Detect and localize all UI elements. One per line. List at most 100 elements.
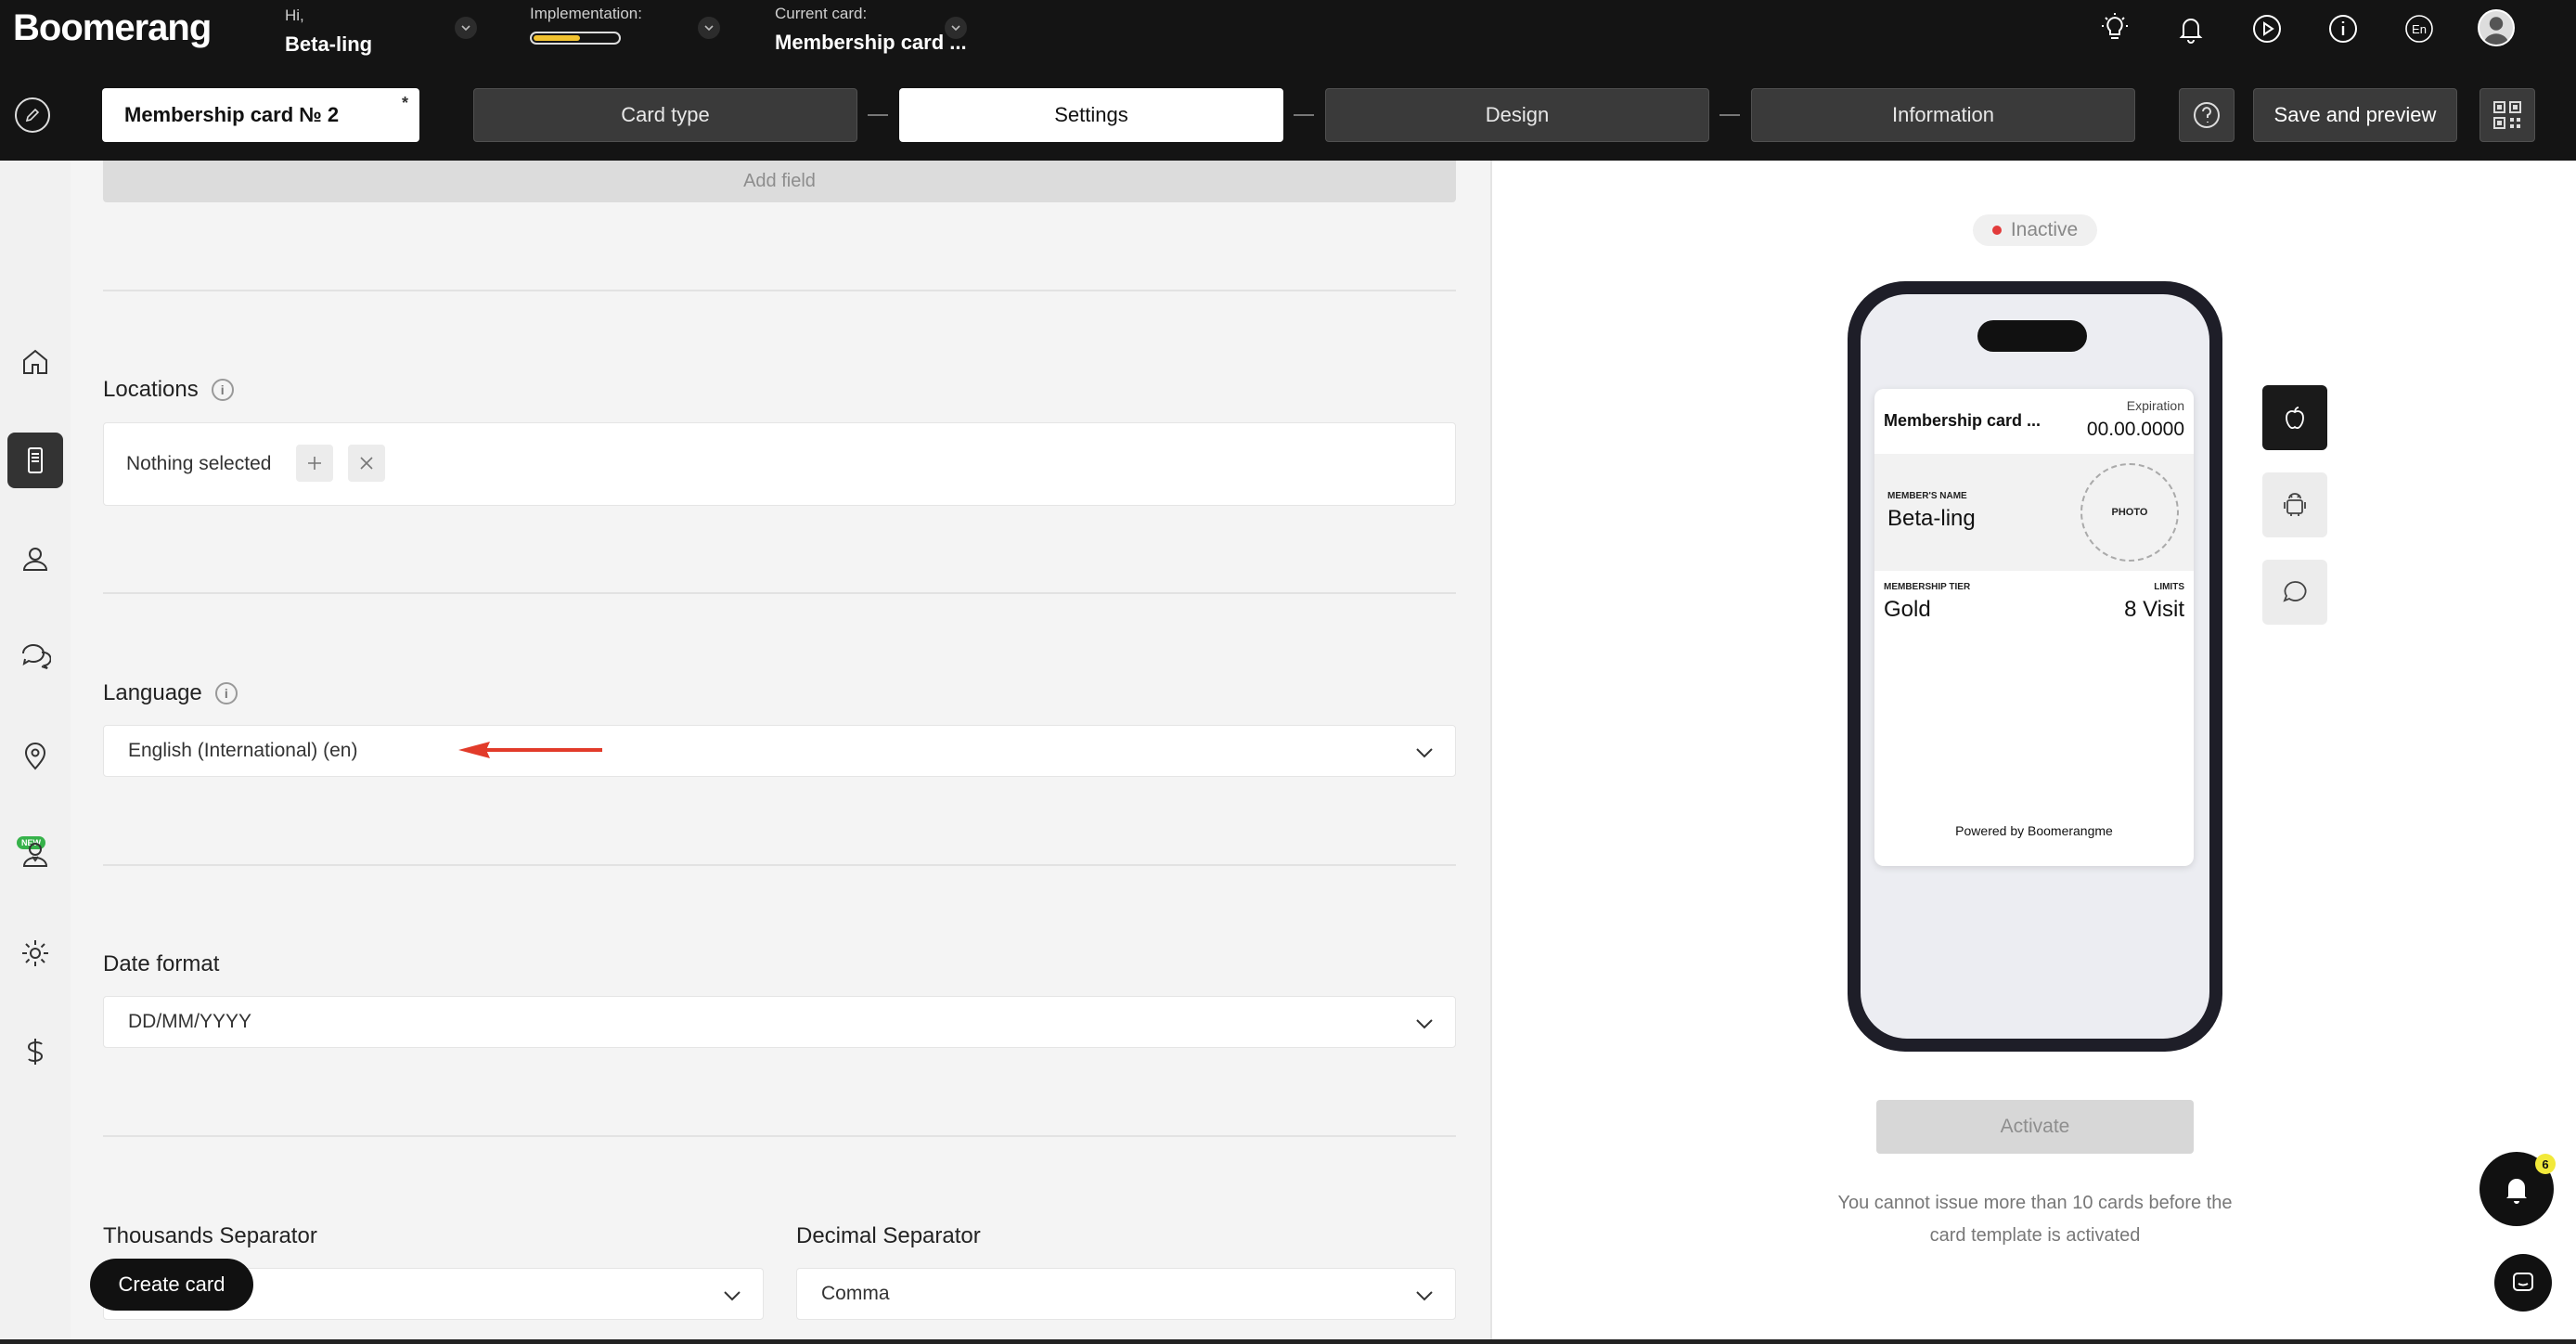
powered-by-text: Powered by Boomerangme <box>1955 823 2113 838</box>
limits-value: 8 Visit <box>2124 597 2184 622</box>
sidebar-item-billing[interactable] <box>7 1024 63 1079</box>
wizard-bar: Membership card № 2 * Card type Settings… <box>0 71 2576 161</box>
implementation-chevron-icon[interactable] <box>698 17 720 39</box>
card-preview-panel: Inactive Membership card ... Expiration … <box>1490 161 2576 1339</box>
help-button[interactable] <box>2179 88 2235 142</box>
bell-icon[interactable] <box>2173 11 2209 46</box>
photo-placeholder: PHOTO <box>2080 463 2179 562</box>
section-divider <box>103 290 1456 291</box>
qr-code-icon <box>2493 101 2521 129</box>
app-logo[interactable]: Boomerang <box>13 7 212 49</box>
status-badge: Inactive <box>1973 214 2097 246</box>
apple-wallet-button[interactable] <box>2262 385 2327 450</box>
chevron-down-icon <box>724 1291 741 1301</box>
clear-locations-button[interactable] <box>348 445 385 482</box>
settings-form: Add field Locations i Nothing selected L… <box>71 161 1490 1339</box>
implementation-bar <box>530 32 621 45</box>
language-icon[interactable]: En <box>2402 11 2437 46</box>
add-field-button[interactable]: Add field <box>103 161 1456 202</box>
user-name: Beta-ling <box>285 32 373 56</box>
wallet-card-title: Membership card ... <box>1884 411 2041 430</box>
phone-mockup: Membership card ... Expiration 00.00.000… <box>1848 281 2222 1052</box>
tab-information[interactable]: Information <box>1751 88 2135 142</box>
card-title-text: Membership card № 2 <box>124 103 340 126</box>
sidebar-item-managers[interactable] <box>7 827 63 883</box>
info-icon[interactable]: i <box>214 682 238 704</box>
language-label: Language <box>103 680 202 705</box>
chat-icon <box>2283 581 2307 602</box>
notification-count-badge: 6 <box>2535 1154 2556 1174</box>
lightbulb-icon[interactable] <box>2097 11 2132 46</box>
decimal-separator-label: Decimal Separator <box>796 1223 981 1248</box>
activation-limit-note: You cannot issue more than 10 cards befo… <box>1837 1193 2233 1246</box>
gear-icon <box>22 940 48 966</box>
phone-screen: Membership card ... Expiration 00.00.000… <box>1861 294 2209 1039</box>
user-greeting[interactable]: Hi, Beta-ling <box>285 6 372 57</box>
add-location-button[interactable] <box>296 445 333 482</box>
tab-card-type[interactable]: Card type <box>473 88 857 142</box>
step-divider <box>868 114 888 116</box>
avatar[interactable] <box>2478 9 2515 46</box>
date-format-section: Date format <box>103 951 219 977</box>
date-format-select[interactable]: DD/MM/YYYY <box>103 996 1456 1048</box>
qr-code-button[interactable] <box>2479 88 2535 142</box>
sidebar-item-messages[interactable] <box>7 627 63 683</box>
sidebar-item-home[interactable] <box>7 334 63 390</box>
tab-design[interactable]: Design <box>1325 88 1709 142</box>
section-divider <box>103 864 1456 866</box>
required-marker: * <box>401 94 408 112</box>
barcode <box>1951 758 2118 816</box>
chevron-down-icon <box>1416 1291 1433 1301</box>
activate-button[interactable]: Activate <box>1876 1100 2194 1154</box>
locations-field[interactable]: Nothing selected <box>103 422 1456 506</box>
window-bottom-edge <box>0 1339 2576 1344</box>
card-title-input[interactable]: Membership card № 2 * <box>102 88 419 142</box>
decimal-separator-select[interactable]: Comma <box>796 1268 1456 1320</box>
edit-pencil-icon[interactable] <box>15 97 50 133</box>
thousands-separator-section: Thousands Separator <box>103 1223 317 1249</box>
date-format-label: Date format <box>103 951 220 976</box>
android-wallet-button[interactable] <box>2262 472 2327 537</box>
info-icon[interactable]: i <box>211 379 234 401</box>
close-icon <box>360 457 373 470</box>
status-text: Inactive <box>2010 219 2079 240</box>
current-card-name: Membership card ... <box>775 31 967 54</box>
current-card-chevron-icon[interactable] <box>945 17 967 39</box>
tier-label: MEMBERSHIP TIER <box>1884 582 1971 592</box>
android-icon <box>2284 493 2306 516</box>
messages-icon <box>22 644 51 669</box>
sidebar-item-clients[interactable] <box>7 531 63 587</box>
info-icon[interactable] <box>2325 11 2361 46</box>
question-icon <box>2194 102 2220 128</box>
message-preview-button[interactable] <box>2262 560 2327 625</box>
plus-icon <box>308 457 321 470</box>
section-divider <box>103 592 1456 594</box>
sidebar-item-settings[interactable] <box>7 925 63 981</box>
managers-icon <box>22 843 48 867</box>
locations-value: Nothing selected <box>126 453 272 474</box>
implementation-bar-fill <box>534 35 580 41</box>
implementation-progress[interactable]: Implementation: <box>530 5 642 45</box>
language-code: En <box>2412 22 2427 36</box>
chevron-down-icon <box>1416 748 1433 758</box>
decimal-separator-value: Comma <box>821 1283 890 1304</box>
current-card-selector[interactable]: Current card: Membership card ... <box>775 5 967 55</box>
step-divider <box>1294 114 1314 116</box>
support-chat-button[interactable] <box>2494 1254 2552 1312</box>
greeting-label: Hi, <box>285 6 304 24</box>
tab-settings[interactable]: Settings <box>899 88 1283 142</box>
chevron-down-icon <box>1416 1019 1433 1029</box>
save-and-preview-button[interactable]: Save and preview <box>2253 88 2457 142</box>
user-menu-chevron-icon[interactable] <box>455 17 477 39</box>
locations-icon <box>24 743 46 770</box>
sidebar-item-locations[interactable] <box>7 729 63 784</box>
play-icon[interactable] <box>2249 11 2285 46</box>
home-icon <box>23 349 47 374</box>
language-select[interactable]: English (International) (en) <box>103 725 1456 777</box>
top-bar: Boomerang Hi, Beta-ling Implementation: … <box>0 0 2576 71</box>
language-section: Language i <box>103 680 238 706</box>
annotation-arrow-icon <box>458 742 602 758</box>
sidebar-item-cards[interactable] <box>7 433 63 488</box>
create-card-button[interactable]: Create card <box>90 1259 253 1311</box>
locations-label: Locations <box>103 377 199 402</box>
